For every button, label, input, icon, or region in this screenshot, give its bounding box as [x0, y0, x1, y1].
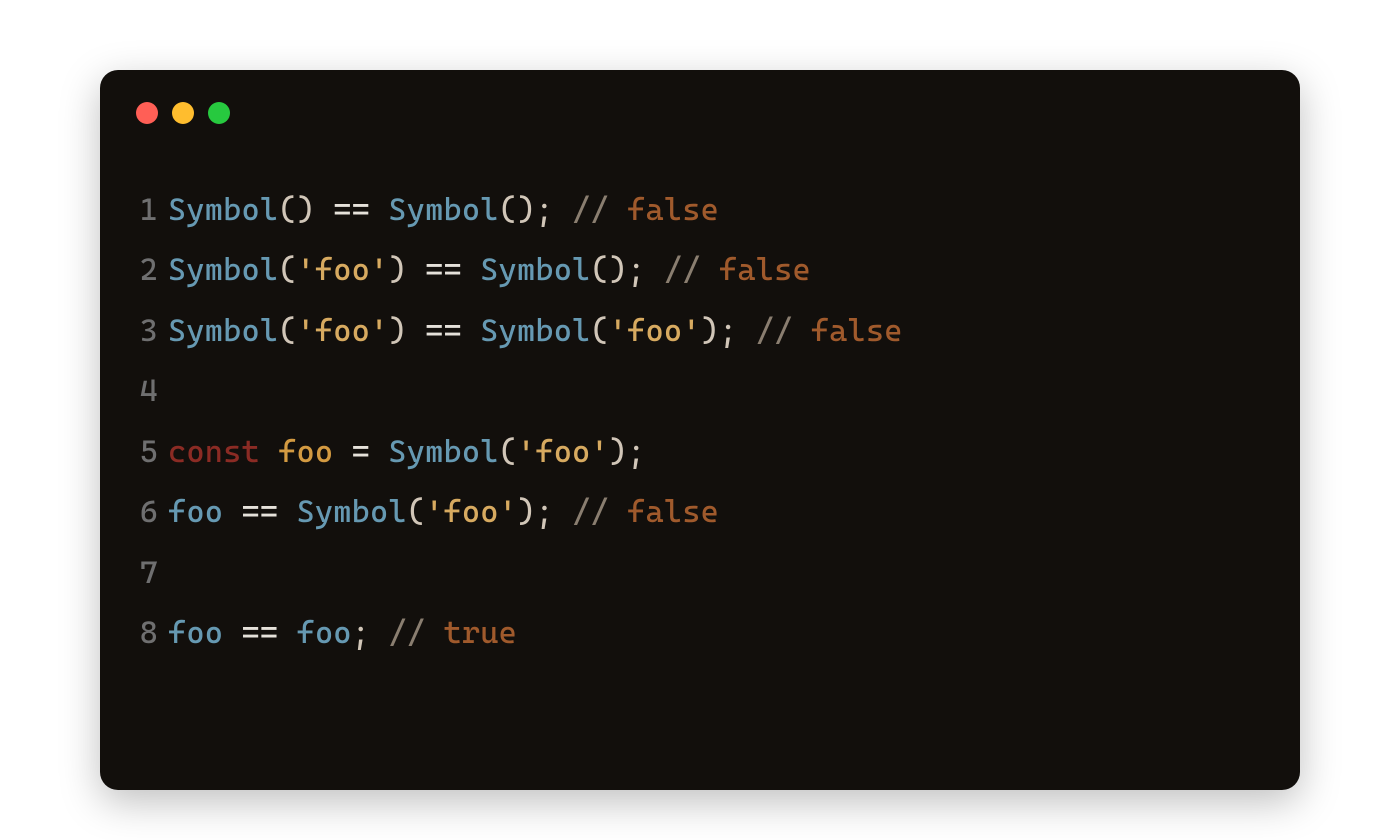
- code-token: 'foo': [297, 313, 389, 349]
- code-token: //: [572, 192, 627, 228]
- code-token: Symbol: [168, 252, 278, 288]
- code-token: [278, 615, 296, 651]
- traffic-lights: [136, 102, 1270, 124]
- line-number: 6: [130, 482, 158, 542]
- code-token: Symbol: [168, 313, 278, 349]
- code-token: [462, 252, 480, 288]
- minimize-icon[interactable]: [172, 102, 194, 124]
- code-token: [278, 494, 296, 530]
- line-number: 2: [130, 240, 158, 300]
- code-token: foo: [297, 615, 352, 651]
- code-token: ==: [241, 615, 278, 651]
- code-token: [223, 615, 241, 651]
- code-token: ==: [425, 313, 462, 349]
- code-token: foo: [168, 494, 223, 530]
- line-number: 7: [130, 543, 158, 603]
- line-number: 3: [130, 301, 158, 361]
- code-token: (: [278, 313, 296, 349]
- code-token: [370, 434, 388, 470]
- code-token: (: [278, 252, 296, 288]
- code-block: 1Symbol() == Symbol(); // false2Symbol('…: [130, 180, 1270, 664]
- code-token: 'foo': [297, 252, 389, 288]
- code-token: Symbol: [480, 252, 590, 288]
- code-token: Symbol: [297, 494, 407, 530]
- code-token: [370, 192, 388, 228]
- code-token: ==: [241, 494, 278, 530]
- code-token: [462, 313, 480, 349]
- code-token: true: [444, 615, 517, 651]
- code-token: false: [627, 192, 719, 228]
- code-token: //: [572, 494, 627, 530]
- code-token: );: [701, 313, 756, 349]
- code-token: 'foo': [425, 494, 517, 530]
- code-line: 1Symbol() == Symbol(); // false: [130, 180, 1270, 240]
- code-token: );: [517, 494, 572, 530]
- code-token: (: [499, 434, 517, 470]
- code-line: 8 foo == foo; // true: [130, 603, 1270, 663]
- code-token: false: [627, 494, 719, 530]
- code-token: //: [756, 313, 811, 349]
- code-token: const: [168, 434, 278, 470]
- code-token: //: [664, 252, 719, 288]
- code-token: 'foo': [609, 313, 701, 349]
- close-icon[interactable]: [136, 102, 158, 124]
- code-token: ): [388, 252, 425, 288]
- code-token: false: [719, 252, 811, 288]
- code-token: Symbol: [388, 192, 498, 228]
- line-number: 5: [130, 422, 158, 482]
- code-token: (: [407, 494, 425, 530]
- code-token: Symbol: [168, 192, 278, 228]
- code-token: foo: [168, 615, 223, 651]
- code-token: ==: [425, 252, 462, 288]
- code-token: [223, 494, 241, 530]
- code-token: );: [609, 434, 646, 470]
- code-token: ();: [499, 192, 572, 228]
- code-token: ==: [333, 192, 370, 228]
- zoom-icon[interactable]: [208, 102, 230, 124]
- code-line: 3Symbol('foo') == Symbol('foo'); // fals…: [130, 301, 1270, 361]
- code-line: 5 const foo = Symbol('foo');: [130, 422, 1270, 482]
- code-token: ();: [590, 252, 663, 288]
- line-number: 1: [130, 180, 158, 240]
- code-token: =: [352, 434, 370, 470]
- code-token: 'foo': [517, 434, 609, 470]
- code-line: 7: [130, 543, 1270, 603]
- code-line: 6 foo == Symbol('foo'); // false: [130, 482, 1270, 542]
- code-token: ): [388, 313, 425, 349]
- line-number: 4: [130, 361, 158, 421]
- code-token: Symbol: [480, 313, 590, 349]
- code-line: 4: [130, 361, 1270, 421]
- code-token: [333, 434, 351, 470]
- code-token: (): [278, 192, 333, 228]
- code-token: foo: [278, 434, 333, 470]
- code-line: 2Symbol('foo') == Symbol(); // false: [130, 240, 1270, 300]
- code-token: Symbol: [388, 434, 498, 470]
- code-token: (: [590, 313, 608, 349]
- code-window: 1Symbol() == Symbol(); // false2Symbol('…: [100, 70, 1300, 790]
- code-token: false: [811, 313, 903, 349]
- code-token: ;: [352, 615, 389, 651]
- line-number: 8: [130, 603, 158, 663]
- code-token: //: [388, 615, 443, 651]
